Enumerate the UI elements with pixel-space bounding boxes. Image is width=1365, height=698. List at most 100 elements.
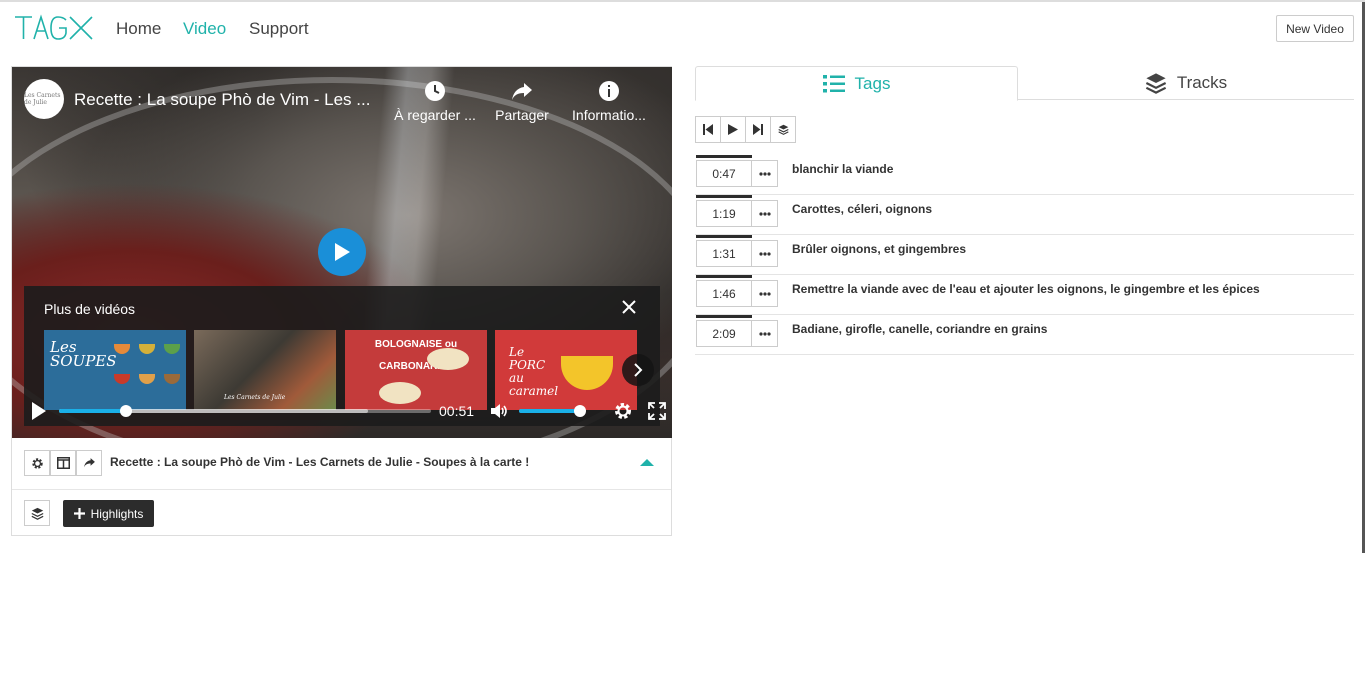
ellipsis-icon: [758, 171, 771, 176]
tag-progress-bar: [696, 155, 752, 158]
progress-handle[interactable]: [119, 405, 132, 417]
thumbnail-text: Le PORC au caramel: [509, 345, 559, 398]
tag-row[interactable]: 2:09 Badiane, girofle, canelle, coriandr…: [695, 315, 1354, 355]
highlights-label: Highlights: [90, 506, 144, 521]
channel-avatar[interactable]: Les Carnets de Julie: [24, 79, 64, 119]
watch-later-button[interactable]: À regarder ...: [390, 79, 480, 123]
skip-forward-icon: [753, 124, 763, 135]
share-icon: [83, 458, 95, 468]
progress-played: [59, 409, 126, 413]
tabs-bar: Tags Tracks: [695, 66, 1354, 101]
gear-icon: [31, 457, 43, 469]
watch-later-label: À regarder ...: [394, 107, 476, 123]
tag-label: Carottes, céleri, oignons: [792, 202, 933, 216]
next-tag-button[interactable]: [745, 116, 771, 143]
tag-options-button[interactable]: [751, 200, 778, 227]
nav-video[interactable]: Video: [183, 19, 226, 39]
play-icon[interactable]: [30, 401, 48, 421]
info-button[interactable]: Informatio...: [564, 79, 654, 123]
add-highlights-button[interactable]: Highlights: [63, 500, 154, 527]
ellipsis-icon: [758, 331, 771, 336]
tag-options-button[interactable]: [751, 240, 778, 267]
tag-progress-bar: [696, 275, 752, 278]
tag-time-button[interactable]: 0:47: [696, 160, 752, 187]
layout-toggle-button[interactable]: [50, 450, 76, 476]
fullscreen-icon[interactable]: [647, 401, 667, 421]
tag-row[interactable]: 0:47 blanchir la viande: [695, 155, 1354, 195]
tab-tracks[interactable]: Tracks: [1018, 66, 1354, 100]
more-videos-next-button[interactable]: [622, 354, 654, 386]
tab-tags[interactable]: Tags: [695, 66, 1018, 101]
tag-options-button[interactable]: [751, 160, 778, 187]
video-bottom-bar: Highlights: [12, 491, 671, 536]
tag-player-controls: [695, 116, 800, 143]
info-label: Informatio...: [572, 107, 646, 123]
tag-row[interactable]: 1:46 Remettre la viande avec de l'eau et…: [695, 275, 1354, 315]
video-player[interactable]: Les Carnets de Julie Recette : La soupe …: [12, 67, 672, 438]
tag-label: Badiane, girofle, canelle, coriandre en …: [792, 322, 1048, 336]
plus-icon: [73, 508, 85, 519]
tagx-logo[interactable]: [14, 14, 94, 42]
layers-icon: [1145, 73, 1166, 94]
video-name: Recette : La soupe Phò de Vim - Les Carn…: [110, 455, 530, 469]
tag-row[interactable]: 1:19 Carottes, céleri, oignons: [695, 195, 1354, 235]
share-video-button[interactable]: [76, 450, 102, 476]
tag-label: Brûler oignons, et gingembres: [792, 242, 967, 256]
nav-home[interactable]: Home: [116, 19, 161, 39]
info-icon: [564, 79, 654, 105]
clock-icon: [390, 79, 480, 105]
columns-icon: [56, 457, 70, 469]
new-video-button[interactable]: New Video: [1276, 15, 1354, 42]
tag-options-button[interactable]: [751, 280, 778, 307]
progress-bar[interactable]: [59, 405, 431, 417]
tag-label: blanchir la viande: [792, 162, 894, 176]
ellipsis-icon: [758, 291, 771, 296]
settings-icon[interactable]: [613, 401, 633, 421]
more-videos-title: Plus de vidéos: [44, 301, 136, 317]
tag-time-button[interactable]: 2:09: [696, 320, 752, 347]
play-tags-button[interactable]: [720, 116, 746, 143]
volume-icon[interactable]: [489, 401, 509, 421]
tag-label: Remettre la viande avec de l'eau et ajou…: [792, 282, 1260, 296]
skip-back-icon: [703, 124, 713, 135]
tag-progress-bar: [696, 235, 752, 238]
tag-progress-bar: [696, 195, 752, 198]
share-icon: [477, 79, 567, 105]
share-label: Partager: [495, 107, 549, 123]
channel-avatar-text: Les Carnets de Julie: [24, 92, 61, 106]
nav-support[interactable]: Support: [249, 19, 309, 39]
tag-progress-bar: [696, 315, 752, 318]
tag-time-button[interactable]: 1:19: [696, 200, 752, 227]
tab-tracks-label: Tracks: [1176, 73, 1228, 92]
share-button[interactable]: Partager: [477, 79, 567, 123]
tab-tags-label: Tags: [854, 73, 891, 93]
ellipsis-icon: [758, 211, 771, 216]
volume-handle[interactable]: [573, 405, 586, 417]
volume-level: [519, 409, 580, 413]
chevron-right-icon: [634, 363, 643, 377]
close-icon[interactable]: [620, 298, 638, 316]
volume-slider[interactable]: [519, 405, 586, 417]
top-border: [0, 0, 1365, 2]
tag-time-button[interactable]: 1:31: [696, 240, 752, 267]
previous-tag-button[interactable]: [695, 116, 721, 143]
video-settings-button[interactable]: [24, 450, 50, 476]
collapse-caret-icon[interactable]: [640, 459, 654, 466]
tag-time-button[interactable]: 1:46: [696, 280, 752, 307]
tracks-button[interactable]: [24, 500, 50, 526]
play-icon: [728, 124, 738, 135]
youtube-video-title[interactable]: Recette : La soupe Phò de Vim - Les ...: [74, 90, 370, 110]
list-icon: [822, 74, 845, 92]
ellipsis-icon: [758, 251, 771, 256]
video-card: Les Carnets de Julie Recette : La soupe …: [11, 66, 672, 536]
tag-layers-button[interactable]: [770, 116, 796, 143]
thumbnail-text: Les SOUPES: [50, 338, 117, 370]
tag-options-button[interactable]: [751, 320, 778, 347]
layers-icon: [777, 124, 789, 135]
tag-row[interactable]: 1:31 Brûler oignons, et gingembres: [695, 235, 1354, 275]
layers-icon: [31, 507, 43, 520]
play-icon: [335, 243, 350, 261]
video-toolbar: Recette : La soupe Phò de Vim - Les Carn…: [12, 438, 671, 490]
big-play-button[interactable]: [318, 228, 366, 276]
player-controls: 00:51: [24, 396, 666, 426]
